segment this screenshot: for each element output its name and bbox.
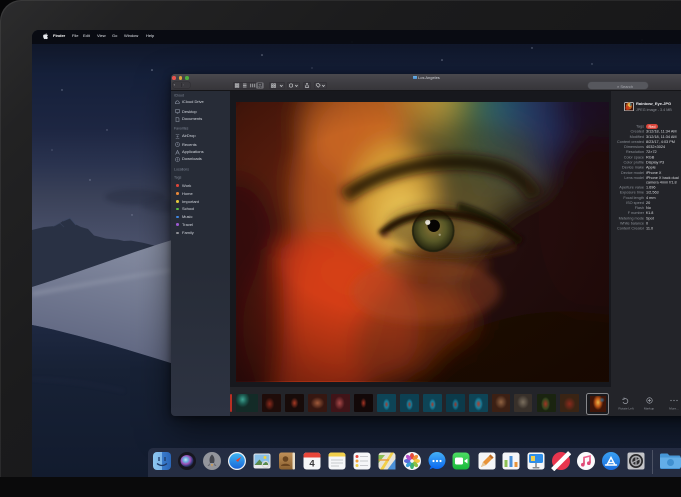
svg-text:4: 4 bbox=[309, 459, 315, 470]
